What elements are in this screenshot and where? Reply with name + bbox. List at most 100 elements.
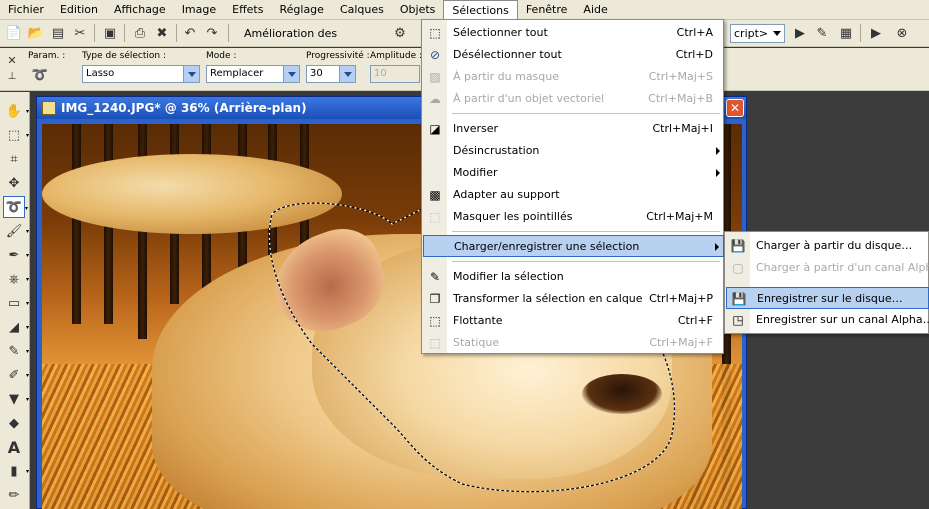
menu-item-from-mask[interactable]: ▨ À partir du masque Ctrl+Maj+S [423,66,724,88]
menu-item-modify[interactable]: Modifier [423,162,724,184]
redo-icon[interactable]: ↷ [202,23,222,43]
dropper-tool-icon[interactable]: ✐ ▾ [3,364,29,386]
lasso-tool-icon[interactable]: ➰ ▾ [3,196,28,218]
move-tool-icon[interactable]: ✥ [3,172,25,194]
mode-label: Mode : [206,51,237,61]
text-tool-icon[interactable]: A [3,436,25,458]
submenu-item-save-to-alpha[interactable]: ◳ Enregistrer sur un canal Alpha… [726,309,929,331]
menu-calques[interactable]: Calques [332,0,392,20]
crop-tool-icon[interactable]: ⌗ [3,148,25,170]
selections-menu: ⬚ Sélectionner tout Ctrl+A ⊘ Désélectionn… [421,19,724,354]
invert-icon: ◪ [429,122,441,136]
menu-image[interactable]: Image [174,0,224,20]
select-all-icon: ⬚ [429,26,441,40]
feather-value: 30 [310,68,323,79]
close-document-button[interactable]: ✕ [726,99,744,117]
record-script-icon[interactable]: ▶ [866,23,886,43]
save-alpha-icon: ◳ [732,313,744,327]
menu-objets[interactable]: Objets [392,0,444,20]
menu-item-select-all[interactable]: ⬚ Sélectionner tout Ctrl+A [423,22,724,44]
deselect-icon: ⊘ [429,48,441,62]
picture-tube-icon[interactable]: ✎ ▾ [3,340,29,362]
feather-input[interactable]: 30 [306,65,356,83]
pen-tool-icon[interactable]: ✏ [3,484,25,506]
float-icon: ⬚ [429,314,441,328]
selection-type-label: Type de sélection : [82,51,166,61]
fill-tool-icon[interactable]: ▼ ▾ [3,388,29,410]
menu-item-load-save-selection[interactable]: Charger/enregistrer une sélection [423,235,724,257]
edit-selection-icon: ✎ [429,270,441,284]
paint-bucket-icon[interactable]: ◆ [3,412,25,434]
edit-script-icon[interactable]: ✎ [812,23,832,43]
submenu-item-load-from-alpha[interactable]: ▢ Charger à partir d'un canal Alpha… [726,257,929,279]
save-icon[interactable]: ▣ [100,23,120,43]
amplitude-value: 10 [374,68,387,79]
load-alpha-icon: ▢ [732,261,744,275]
menu-item-fit-canvas[interactable]: ▩ Adapter au support [423,184,724,206]
chevron-down-icon [183,66,199,82]
undo-icon[interactable]: ↶ [180,23,200,43]
shape-tool-icon[interactable]: ▮ ▾ [3,460,29,482]
menu-item-edit-selection[interactable]: ✎ Modifier la sélection [423,266,724,288]
cut-icon[interactable]: ✂ [70,23,90,43]
menu-bar: Fichier Edition Affichage Image Effets R… [0,0,929,20]
menu-item-hide-marquee[interactable]: ⬚ Masquer les pointillés Ctrl+Maj+M [423,206,724,228]
red-eye-tool-icon[interactable]: ✒ ▾ [3,244,29,266]
submenu-arrow-icon [716,169,720,177]
load-disk-icon: 💾 [730,239,746,253]
submenu-item-save-to-disk[interactable]: 💾 Enregistrer sur le disque… [726,287,929,309]
menu-item-float[interactable]: ⬚ Flottante Ctrl+F [423,310,724,332]
script-select[interactable]: cript> [730,24,785,43]
browse-icon[interactable]: ▤ [48,23,68,43]
from-vector-icon: ☁ [429,92,441,106]
dodge-tool-icon[interactable]: ▭ ▾ [3,292,29,314]
pin-icon[interactable]: ⊥ [2,66,22,86]
menu-item-invert[interactable]: ◪ Inverser Ctrl+Maj+I [423,118,724,140]
menu-aide[interactable]: Aide [575,0,615,20]
run-script-icon[interactable]: ▶ [790,23,810,43]
close-doc-icon[interactable]: ✖ [152,23,172,43]
pan-tool-icon[interactable]: ✋ ▾ [3,100,29,122]
document-title: IMG_1240.JPG* @ 36% (Arrière-plan) [61,101,307,115]
spinner-icon[interactable] [339,66,355,82]
hide-marquee-icon: ⬚ [429,210,441,224]
menu-fenetre[interactable]: Fenêtre [518,0,576,20]
photo-enhance-button[interactable]: Amélioration des photos ▾ [236,24,376,59]
menu-item-deselect-all[interactable]: ⊘ Désélectionner tout Ctrl+D [423,44,724,66]
menu-effets[interactable]: Effets [224,0,271,20]
gear-icon[interactable]: ⚙ [390,23,410,43]
menu-item-promote-to-layer[interactable]: ❐ Transformer la sélection en calque Ctrl… [423,288,724,310]
defloat-icon: ⬚ [429,336,441,350]
new-file-icon[interactable]: 📄 [4,23,24,43]
menu-reglage[interactable]: Réglage [271,0,331,20]
selection-tool-icon[interactable]: ⬚ ▾ [3,124,29,146]
stop-script-icon[interactable]: ⊗ [892,23,912,43]
amplitude-input[interactable]: 10 [370,65,420,83]
selection-type-value: Lasso [86,68,115,79]
menu-item-matting[interactable]: Désincrustation [423,140,724,162]
submenu-arrow-icon [715,243,719,251]
print-icon[interactable]: ⎙ [130,23,150,43]
selection-type-select[interactable]: Lasso [82,65,200,83]
lasso-preset-icon[interactable]: ➰ [30,65,50,85]
preset-label: Param. : [28,51,66,61]
menu-item-defloat[interactable]: ⬚ Statique Ctrl+Maj+F [423,332,724,354]
menu-affichage[interactable]: Affichage [106,0,174,20]
clone-tool-icon[interactable]: ⎈ ▾ [3,268,29,290]
script-output-icon[interactable]: ▦ [836,23,856,43]
menu-item-from-vector[interactable]: ☁ À partir d'un objet vectoriel Ctrl+Maj+… [423,88,724,110]
submenu-item-load-from-disk[interactable]: 💾 Charger à partir du disque… [726,235,929,257]
promote-layer-icon: ❐ [429,292,441,306]
mode-select[interactable]: Remplacer [206,65,300,83]
chevron-down-icon [283,66,299,82]
eraser-tool-icon[interactable]: ◢ ▾ [3,316,29,338]
menu-fichier[interactable]: Fichier [0,0,52,20]
menu-edition[interactable]: Edition [52,0,106,20]
from-mask-icon: ▨ [429,70,441,84]
mode-value: Remplacer [210,68,264,79]
document-icon [42,101,56,115]
menu-selections[interactable]: Sélections [443,0,518,20]
feather-label: Progressivité : [306,51,370,61]
brush-tool-icon[interactable]: 🖌 ▾ [3,220,29,242]
open-folder-icon[interactable]: 📂 [26,23,46,43]
